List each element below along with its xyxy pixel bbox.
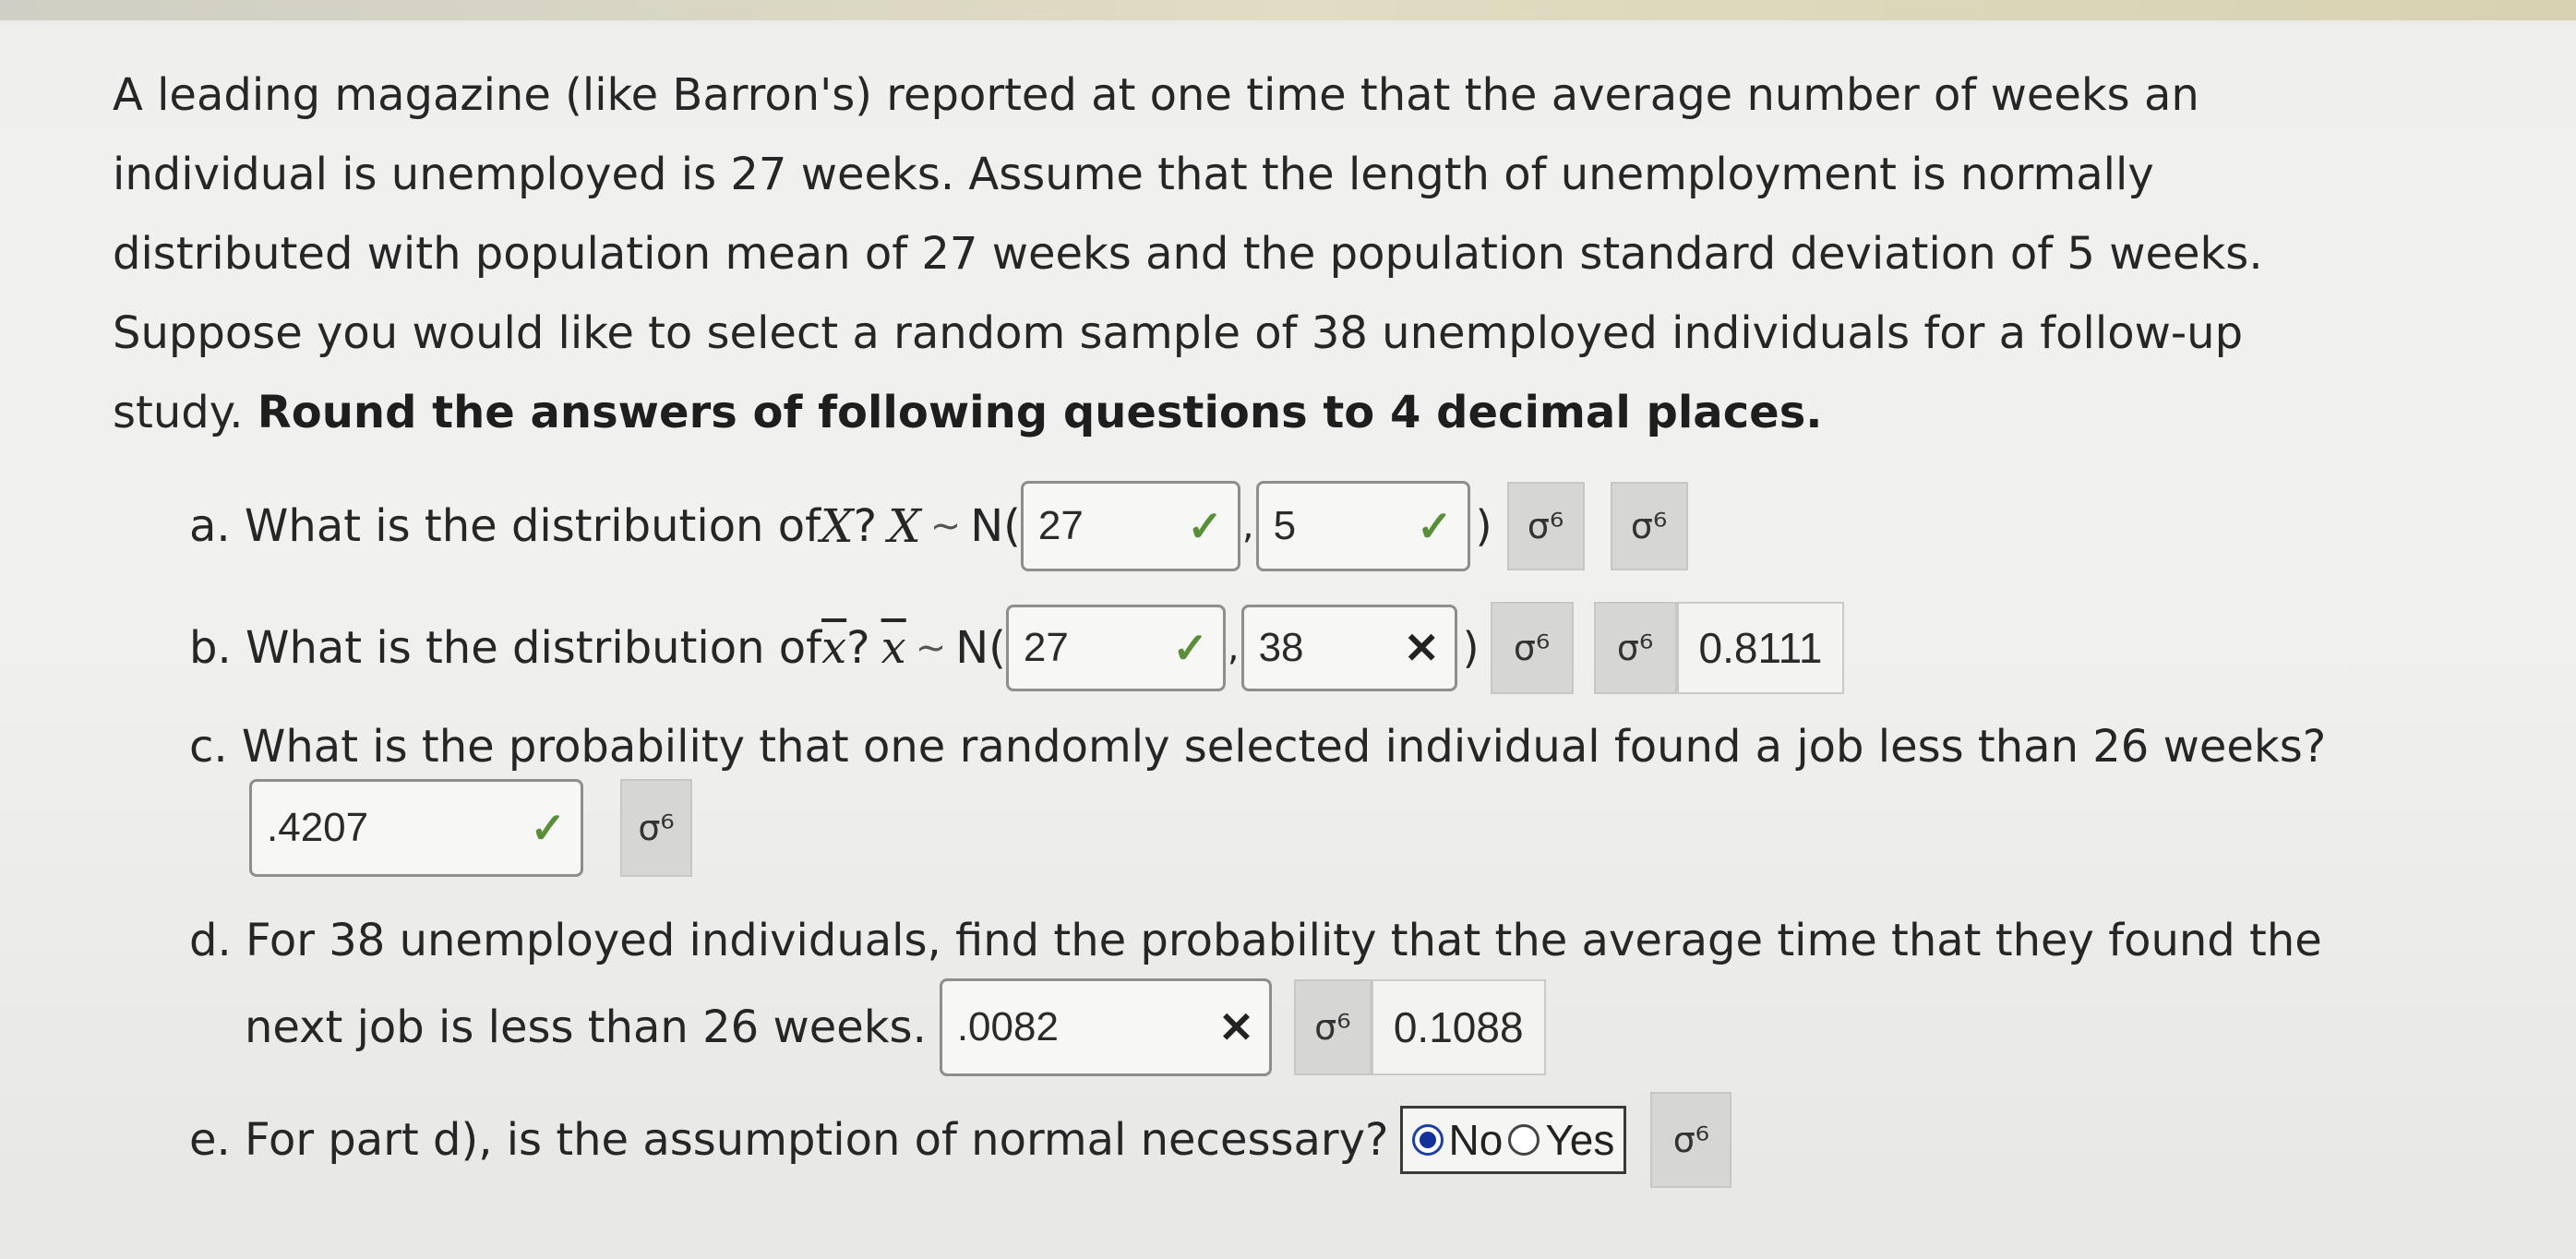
check-icon: ✓ <box>1187 502 1223 550</box>
part-a-tilde: ~ <box>929 505 962 547</box>
part-b-correct-answer: 0.8111 <box>1676 602 1845 694</box>
part-c-question: c. What is the probability that one rand… <box>189 714 2326 779</box>
top-strip <box>0 0 2576 20</box>
part-c-value: .4207 <box>267 805 369 850</box>
part-a-q: ? <box>853 500 878 552</box>
part-b-mean-input[interactable]: 27 ✓ <box>1005 605 1226 691</box>
part-d-question-line-1: d. For 38 unemployed individuals, find t… <box>189 908 2322 973</box>
part-d-input[interactable]: .0082 ✕ <box>939 978 1272 1076</box>
part-b: b. What is the distribution of x ? x ~ N… <box>189 602 1845 694</box>
part-b-sd-value: 38 <box>1258 625 1304 670</box>
hint-icon-button[interactable]: σ⁶ <box>1506 482 1585 570</box>
x-icon: ✕ <box>1218 1003 1254 1051</box>
part-a-var2: X <box>888 499 921 553</box>
part-b-tilde: ~ <box>915 627 947 669</box>
part-a-dist: N( <box>970 500 1021 552</box>
part-b-var2: x <box>881 622 906 674</box>
prompt-line-5: study. Round the answers of following qu… <box>113 373 2475 452</box>
part-e: e. For part d), is the assumption of nor… <box>189 1089 1732 1191</box>
part-b-dist: N( <box>955 622 1006 674</box>
part-d-correct-answer: 0.1088 <box>1371 979 1546 1075</box>
rounding-instruction: Round the answers of following questions… <box>257 387 1823 438</box>
hint-icon-button[interactable]: σ⁶ <box>1650 1092 1732 1188</box>
prompt-line-1: A leading magazine (like Barron's) repor… <box>113 69 2199 121</box>
part-a-mean-value: 27 <box>1037 503 1084 548</box>
part-e-radio-group: No Yes <box>1399 1106 1627 1174</box>
part-a: a. What is the distribution of X ? X ~ N… <box>189 480 1688 572</box>
part-c-question-text: c. What is the probability that one rand… <box>189 721 2327 773</box>
hint-icon-button[interactable]: σ⁶ <box>620 779 692 877</box>
part-a-comma: , <box>1241 505 1254 547</box>
part-a-sd-value: 5 <box>1273 503 1297 548</box>
part-b-sd-input[interactable]: 38 ✕ <box>1240 605 1457 691</box>
part-b-close: ) <box>1462 623 1480 673</box>
part-a-close: ) <box>1475 501 1492 551</box>
part-a-var: X <box>821 499 854 553</box>
part-c-answer-row: .4207 ✓ σ⁶ <box>249 777 692 879</box>
hint-icon-button[interactable]: σ⁶ <box>1490 602 1574 694</box>
part-a-mean-input[interactable]: 27 ✓ <box>1020 481 1240 571</box>
part-d-value: .0082 <box>956 1004 1059 1049</box>
part-d-question-text-1: d. For 38 unemployed individuals, find t… <box>189 915 2322 966</box>
hint-icon-button[interactable]: σ⁶ <box>1610 482 1688 570</box>
problem-statement: A leading magazine (like Barron's) repor… <box>113 55 2475 452</box>
radio-yes[interactable] <box>1508 1124 1540 1156</box>
check-icon: ✓ <box>530 804 566 852</box>
part-b-q: ? <box>846 622 870 674</box>
prompt-line-5-start: study. <box>113 387 258 438</box>
part-e-question: e. For part d), is the assumption of nor… <box>189 1114 1389 1166</box>
part-a-label: a. What is the distribution of <box>189 500 821 552</box>
radio-yes-label: Yes <box>1545 1116 1615 1164</box>
radio-no-label: No <box>1448 1116 1504 1164</box>
part-a-sd-input[interactable]: 5 ✓ <box>1255 481 1470 571</box>
part-d-answer-row: next job is less than 26 weeks. .0082 ✕ … <box>245 977 1546 1078</box>
part-d-question-text-2: next job is less than 26 weeks. <box>245 1001 927 1053</box>
part-b-mean-value: 27 <box>1023 625 1069 670</box>
part-b-label: b. What is the distribution of <box>189 622 822 674</box>
check-icon: ✓ <box>1417 502 1453 550</box>
prompt-line-4: Suppose you would like to select a rando… <box>113 307 2244 359</box>
part-b-comma: , <box>1227 627 1240 669</box>
hint-icon-button[interactable]: σ⁶ <box>1293 979 1372 1075</box>
prompt-line-2: individual is unemployed is 27 weeks. As… <box>113 149 2154 200</box>
x-icon: ✕ <box>1404 624 1440 672</box>
prompt-line-3: distributed with population mean of 27 w… <box>113 228 2263 280</box>
hint-icon-button[interactable]: σ⁶ <box>1593 602 1677 694</box>
radio-no[interactable] <box>1411 1124 1444 1156</box>
part-c-input[interactable]: .4207 ✓ <box>249 779 583 877</box>
part-b-var: x <box>821 622 847 674</box>
check-icon: ✓ <box>1172 624 1208 672</box>
